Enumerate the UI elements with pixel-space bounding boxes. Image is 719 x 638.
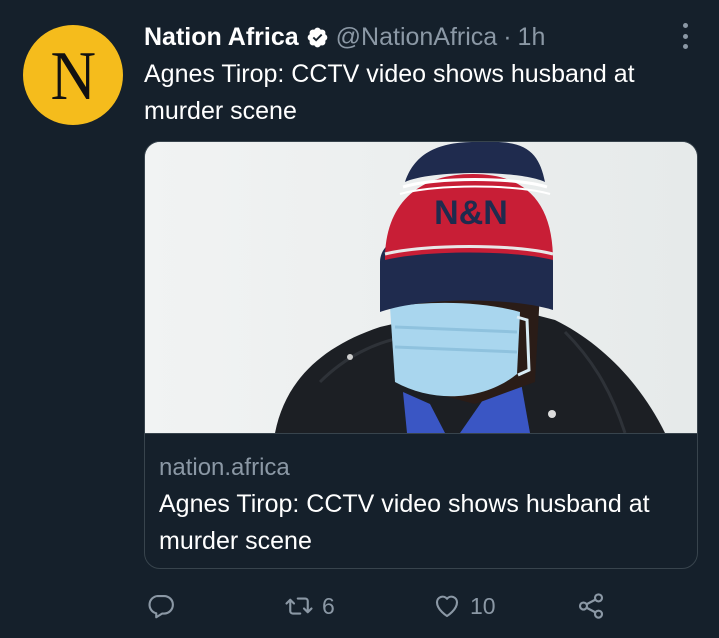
more-dot <box>682 33 688 39</box>
display-name[interactable]: Nation Africa <box>144 23 299 52</box>
heart-icon <box>435 595 459 618</box>
card-image[interactable]: N&N <box>145 142 697 433</box>
retweet-icon <box>285 597 313 615</box>
avatar-letter: N <box>50 38 96 115</box>
card-domain: nation.africa <box>159 454 290 481</box>
reply-bubble-icon <box>148 594 174 619</box>
hat-logo-text: N&N <box>434 194 508 232</box>
share-button[interactable] <box>576 584 606 628</box>
avatar[interactable]: N <box>23 25 123 125</box>
retweet-button[interactable]: 6 <box>284 584 335 628</box>
retweet-count: 6 <box>322 592 335 619</box>
like-button[interactable]: 10 <box>432 584 496 628</box>
tweet-header: Nation Africa @NationAfrica · 1h <box>144 18 699 56</box>
card-photo: N&N <box>145 142 697 433</box>
verified-badge-icon <box>306 26 329 49</box>
more-options-icon[interactable] <box>673 21 697 51</box>
like-count: 10 <box>470 592 496 619</box>
more-dot <box>682 44 688 49</box>
tweet-text: Agnes Tirop: CCTV video shows husband at… <box>144 60 635 125</box>
card-info: nation.africa Agnes Tirop: CCTV video sh… <box>145 433 697 560</box>
tweet[interactable]: N Nation Africa @NationAfrica · 1h Agnes… <box>0 0 719 638</box>
tweet-actions: 6 10 <box>144 584 614 628</box>
card-title: Agnes Tirop: CCTV video shows husband at… <box>159 490 650 555</box>
share-icon <box>578 593 604 619</box>
separator-dot: · <box>503 22 512 51</box>
handle[interactable]: @NationAfrica <box>336 23 498 52</box>
more-dot <box>682 23 688 28</box>
reply-button[interactable] <box>146 584 176 628</box>
timestamp[interactable]: 1h <box>518 23 546 52</box>
link-card[interactable]: N&N nation.africa Agnes Tirop: CCTV vide… <box>144 141 698 569</box>
